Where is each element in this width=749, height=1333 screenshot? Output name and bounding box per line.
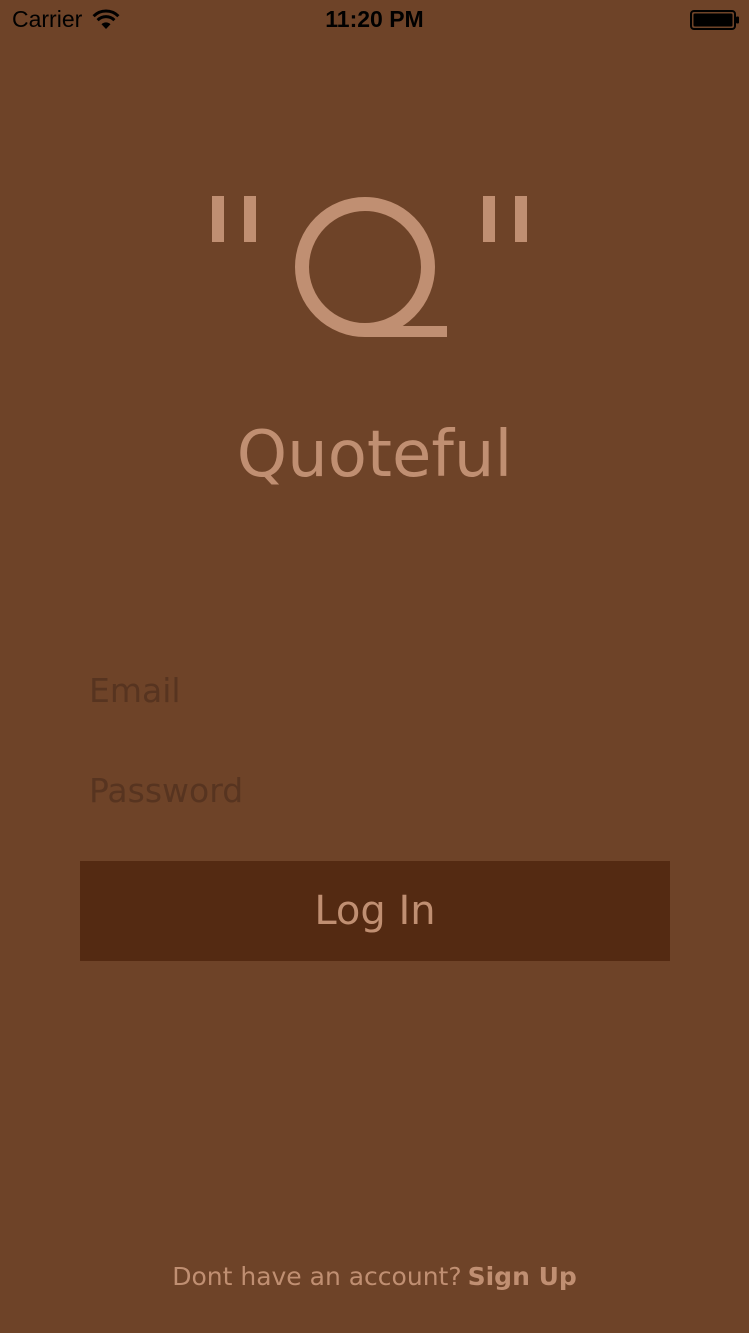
status-bar: Carrier 11:20 PM <box>0 0 749 40</box>
login-button[interactable]: Log In <box>80 861 670 961</box>
login-screen: Carrier 11:20 PM Quoteful Email Log In D… <box>0 0 749 1333</box>
signup-prompt: Dont have an account? Sign Up <box>0 1262 749 1291</box>
quote-q-logo-icon <box>211 196 527 337</box>
q-tail <box>364 326 447 337</box>
status-time: 11:20 PM <box>325 6 424 32</box>
password-field[interactable] <box>80 750 670 830</box>
left-quote-mark-right-bar <box>243 196 256 242</box>
signup-link[interactable]: Sign Up <box>468 1262 577 1291</box>
signup-prompt-text: Dont have an account? <box>172 1262 462 1291</box>
right-quote-mark-right-bar <box>514 196 527 242</box>
left-quote-mark-left-bar <box>211 196 224 242</box>
battery-icon <box>690 10 739 30</box>
q-ring <box>294 197 435 337</box>
email-field[interactable] <box>80 650 670 730</box>
app-logo <box>0 168 749 358</box>
app-name: Quoteful <box>236 418 513 492</box>
right-quote-mark-left-bar <box>482 196 495 242</box>
